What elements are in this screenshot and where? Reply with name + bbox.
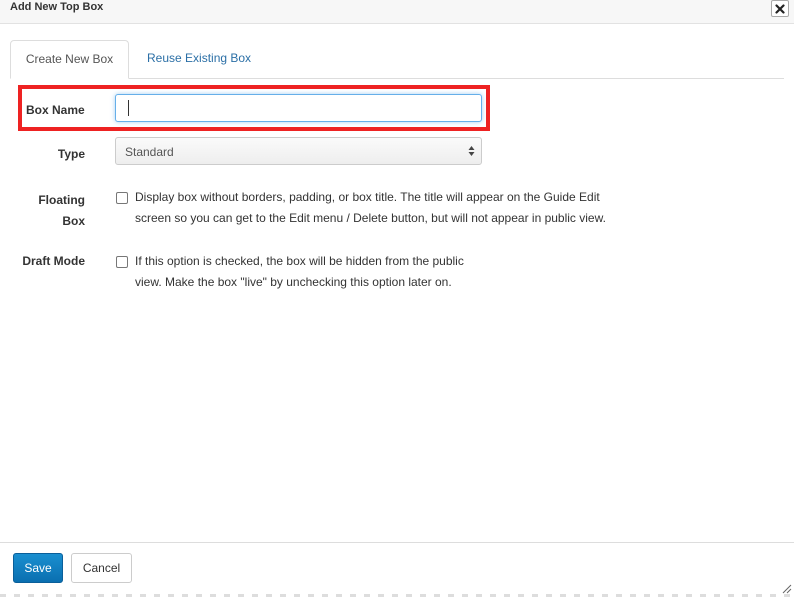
draft-desc-line1: If this option is checked, the box will … [135,254,464,268]
tab-create-new-box[interactable]: Create New Box [10,40,129,79]
type-select[interactable]: Standard [115,137,482,165]
dialog-titlebar: Add New Top Box [0,0,794,24]
box-name-label: Box Name [26,103,85,117]
tab-bar: Create New Box Reuse Existing Box [10,40,784,79]
box-name-input[interactable] [115,94,482,122]
type-selected-value: Standard [125,145,174,159]
resize-grip-icon[interactable] [780,582,792,594]
draft-mode-checkbox[interactable] [116,256,128,268]
draft-mode-description: If this option is checked, the box will … [135,251,495,293]
text-caret [128,100,129,116]
floating-desc-line1: Display box without borders, padding, or… [135,190,600,204]
floating-box-label: Floating Box [20,190,85,232]
floating-desc-line2: screen so you can get to the Edit menu /… [135,211,606,225]
floating-label-line2: Box [62,214,85,228]
save-button[interactable]: Save [13,553,63,583]
floating-box-checkbox[interactable] [116,192,128,204]
cancel-button[interactable]: Cancel [71,553,132,583]
tab-reuse-existing-box[interactable]: Reuse Existing Box [134,40,264,79]
draft-mode-label: Draft Mode [22,254,85,268]
floating-box-description: Display box without borders, padding, or… [135,187,635,229]
draft-desc-line2: view. Make the box "live" by unchecking … [135,275,452,289]
close-icon [775,3,785,14]
select-arrows-icon [468,146,475,156]
dialog-title: Add New Top Box [10,1,104,13]
floating-label-line1: Floating [38,193,85,207]
type-label: Type [57,147,85,161]
close-button[interactable] [771,0,789,17]
